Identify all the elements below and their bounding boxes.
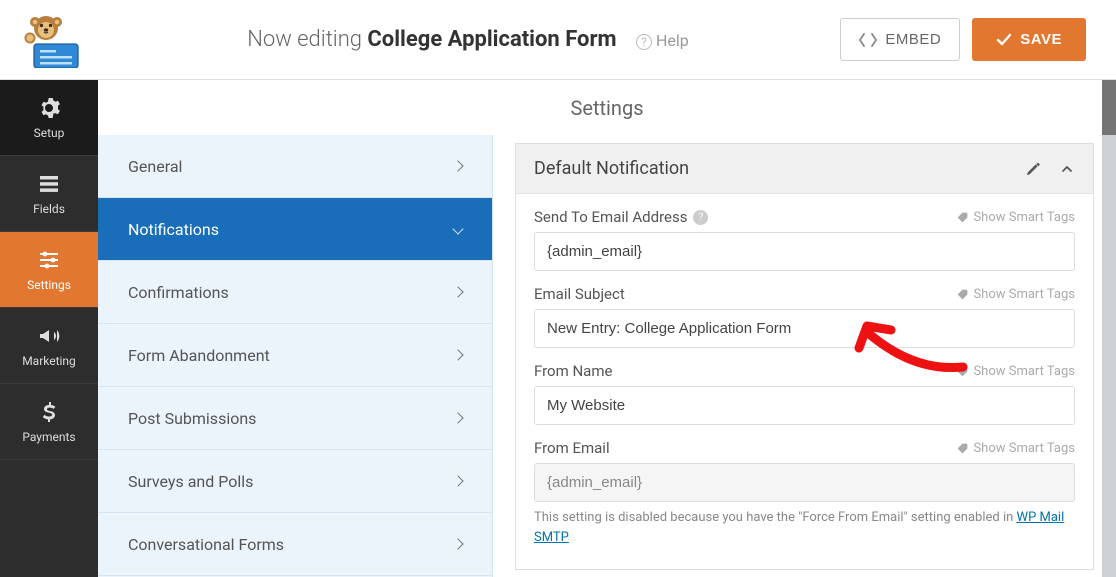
- submenu-item-post-submissions[interactable]: Post Submissions: [98, 387, 492, 450]
- code-icon: [859, 33, 877, 47]
- form-name: College Application Form: [367, 27, 616, 52]
- page-title: Settings: [98, 80, 1116, 135]
- send-to-input[interactable]: [534, 232, 1075, 271]
- field-email-subject: Email Subject Show Smart Tags: [534, 285, 1075, 348]
- sliders-icon: [37, 248, 61, 272]
- tag-icon: [956, 211, 969, 224]
- bullhorn-icon: [37, 324, 61, 348]
- help-link[interactable]: ?Help: [636, 31, 689, 50]
- field-label: Email Subject: [534, 285, 625, 303]
- notification-panel: Default Notification Send To Email Addre…: [515, 143, 1094, 570]
- from-email-input: [534, 463, 1075, 502]
- field-label: From Name: [534, 362, 612, 380]
- field-label: Send To Email Address?: [534, 208, 708, 226]
- panel-title: Default Notification: [534, 158, 1025, 179]
- tag-icon: [956, 365, 969, 378]
- field-send-to: Send To Email Address? Show Smart Tags: [534, 208, 1075, 271]
- show-smart-tags-link[interactable]: Show Smart Tags: [956, 441, 1075, 456]
- submenu-item-form-abandonment[interactable]: Form Abandonment: [98, 324, 492, 387]
- list-icon: [37, 172, 61, 196]
- sidebar-item-payments[interactable]: Payments: [0, 384, 98, 460]
- pencil-icon[interactable]: [1025, 161, 1041, 177]
- sidebar-item-label: Fields: [33, 202, 65, 216]
- sidebar-item-label: Payments: [22, 430, 75, 444]
- chevron-up-icon[interactable]: [1059, 161, 1075, 177]
- sidebar-item-label: Settings: [27, 278, 71, 292]
- sidebar-item-label: Setup: [34, 126, 65, 140]
- settings-submenu: General Notifications Confirmations Form…: [98, 135, 493, 577]
- chevron-right-icon: [452, 349, 463, 360]
- submenu-item-notifications[interactable]: Notifications: [98, 198, 492, 261]
- gear-icon: [37, 96, 61, 120]
- help-icon: ?: [636, 34, 652, 50]
- embed-button[interactable]: EMBED: [840, 18, 960, 61]
- panel-header: Default Notification: [516, 144, 1093, 194]
- show-smart-tags-link[interactable]: Show Smart Tags: [956, 364, 1075, 379]
- sidebar-item-setup[interactable]: Setup: [0, 80, 98, 156]
- save-button[interactable]: SAVE: [972, 18, 1086, 61]
- chevron-right-icon: [452, 475, 463, 486]
- now-editing-label: Now editing College Application Form: [247, 27, 622, 52]
- main-sidebar: Setup Fields Settings Marketing Payments: [0, 80, 98, 577]
- chevron-right-icon: [452, 160, 463, 171]
- submenu-item-confirmations[interactable]: Confirmations: [98, 261, 492, 324]
- chevron-right-icon: [452, 286, 463, 297]
- sidebar-item-marketing[interactable]: Marketing: [0, 308, 98, 384]
- chevron-down-icon: [452, 223, 463, 234]
- top-bar: Now editing College Application Form ?He…: [0, 0, 1116, 80]
- field-label: From Email: [534, 439, 610, 457]
- chevron-right-icon: [452, 538, 463, 549]
- email-subject-input[interactable]: [534, 309, 1075, 348]
- submenu-item-general[interactable]: General: [98, 135, 492, 198]
- scrollbar-track[interactable]: [1102, 80, 1116, 577]
- from-email-note: This setting is disabled because you hav…: [534, 508, 1075, 547]
- submenu-item-surveys-and-polls[interactable]: Surveys and Polls: [98, 450, 492, 513]
- show-smart-tags-link[interactable]: Show Smart Tags: [956, 287, 1075, 302]
- tag-icon: [956, 442, 969, 455]
- check-icon: [996, 33, 1012, 47]
- tag-icon: [956, 288, 969, 301]
- logo: [20, 12, 84, 68]
- chevron-right-icon: [452, 412, 463, 423]
- sidebar-item-fields[interactable]: Fields: [0, 156, 98, 232]
- field-from-name: From Name Show Smart Tags: [534, 362, 1075, 425]
- field-from-email: From Email Show Smart Tags This setting …: [534, 439, 1075, 547]
- scrollbar-thumb[interactable]: [1102, 80, 1116, 135]
- sidebar-item-settings[interactable]: Settings: [0, 232, 98, 308]
- wpforms-logo-icon: [20, 12, 84, 68]
- help-tooltip-icon[interactable]: ?: [693, 210, 708, 225]
- show-smart-tags-link[interactable]: Show Smart Tags: [956, 210, 1075, 225]
- submenu-item-conversational-forms[interactable]: Conversational Forms: [98, 513, 492, 576]
- sidebar-item-label: Marketing: [22, 354, 76, 368]
- dollar-icon: [37, 400, 61, 424]
- from-name-input[interactable]: [534, 386, 1075, 425]
